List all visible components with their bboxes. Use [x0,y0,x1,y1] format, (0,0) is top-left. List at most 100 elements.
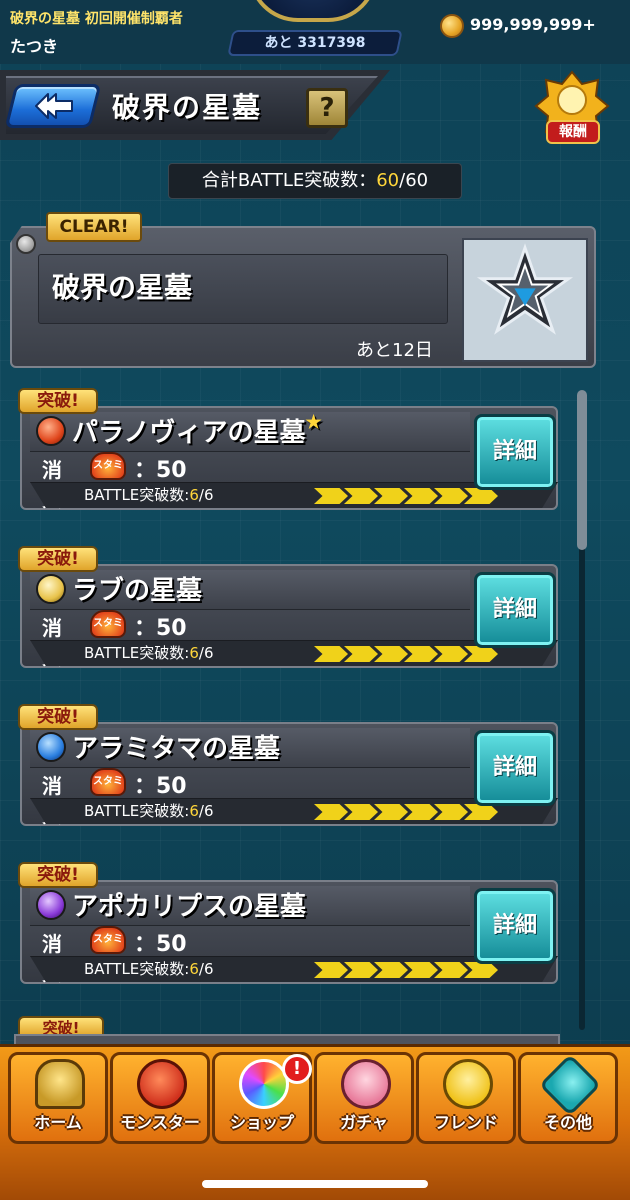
progress-chevron [434,962,468,978]
progress-chevron [344,962,378,978]
quest-name: アラミタマの星墓 [72,728,280,765]
progress-chevron [314,646,348,662]
progress-chevron [404,488,438,504]
battle-progress-chevrons [314,804,498,820]
fire-element-icon [36,416,66,446]
progress-chevron [374,646,408,662]
quest-card-partial[interactable] [14,1034,560,1044]
progress-chevron [464,646,498,662]
light-element-icon [36,574,66,604]
reward-label[interactable]: 報酬 [546,120,600,144]
battle-count-text: BATTLE突破数: [84,644,190,662]
progress-chevron [314,488,348,504]
page-title: 破界の星墓 [112,91,263,124]
quest-name: アポカリプスの星墓 [72,886,306,923]
stamina-icon: スタミナ [90,768,126,811]
battle-progress-chevrons [314,646,498,662]
progress-chevron [404,962,438,978]
battle-progress-chevrons [314,488,498,504]
stamina-value: ：50 [134,932,187,957]
battle-count-text: BATTLE突破数: [84,486,190,504]
featured-quest-title: 破界の星墓 [52,271,193,304]
exp-remaining-text: あと 3317398 [264,35,366,51]
progress-chevron [344,488,378,504]
progress-chevron [434,646,468,662]
quest-card[interactable]: ラブの星墓 消費 スタミナ ：50 BATTLE突破数:6/6 詳細 突破! [14,546,560,676]
featured-remaining-days: あと12日 [356,340,433,361]
total-battle-current: 60 [376,170,400,191]
break-badge: 突破! [18,546,98,572]
battle-progress-chevrons [314,962,498,978]
exp-remaining-pill: あと 3317398 [227,30,403,56]
stamina-value: ：50 [134,774,187,799]
event-title: 破界の星墓 初回開催制覇者 [10,11,183,27]
quest-name-text: パラノヴィアの星墓 [72,418,306,448]
card-bolt-icon [16,234,36,254]
quest-name-text: アラミタマの星墓 [72,734,281,764]
star-grave-emblem-icon [462,238,588,362]
quest-name: ラブの星墓 [72,570,202,607]
quest-card[interactable]: アポカリプスの星墓 消費 スタミナ ：50 BATTLE突破数:6/6 詳細 突… [14,862,560,992]
home-indicator[interactable] [202,1180,428,1188]
total-battle-counter: 合計BATTLE突破数：60/60 [168,163,462,199]
water-element-icon [36,732,66,762]
stamina-icon: スタミナ [90,610,126,653]
battle-count-text: BATTLE突破数: [84,802,190,820]
progress-chevron [434,488,468,504]
nav-home[interactable]: ホーム [8,1052,108,1144]
nav-monster[interactable]: モンスター [110,1052,210,1144]
nav-shop-label: ショップ [229,1113,294,1132]
battle-count-max: /6 [198,802,214,820]
nav-home-label: ホーム [34,1113,82,1132]
total-battle-label: 合計BATTLE突破数： [201,170,377,191]
gacha-character-icon [341,1059,391,1109]
battle-count-text: BATTLE突破数: [84,960,190,978]
nav-other[interactable]: その他 [518,1052,618,1144]
stamina-icon: スタミナ [90,926,126,969]
detail-button[interactable]: 詳細 [474,730,556,806]
progress-chevron [344,646,378,662]
nav-gacha-label: ガチャ [340,1113,388,1132]
nav-monster-label: モンスター [120,1113,200,1132]
back-arrow-icon [35,93,73,119]
progress-chevron [374,488,408,504]
progress-chevron [464,488,498,504]
battle-count-label: BATTLE突破数:6/6 [84,958,214,979]
break-badge: 突破! [18,704,98,730]
scrollbar-thumb[interactable] [577,390,587,550]
star-icon: ★ [305,412,322,433]
nav-gacha[interactable]: ガチャ [314,1052,414,1144]
battle-count-current: 6 [189,486,199,504]
home-gate-icon [35,1059,85,1109]
battle-count-max: /6 [198,486,214,504]
nav-friend-label: フレンド [433,1113,498,1132]
break-badge: 突破! [18,388,98,414]
progress-chevron [434,804,468,820]
quest-card[interactable]: アラミタマの星墓 消費 スタミナ ：50 BATTLE突破数:6/6 詳細 突破… [14,704,560,834]
stamina-value: ：50 [134,616,187,641]
progress-chevron [464,804,498,820]
battle-count-label: BATTLE突破数:6/6 [84,642,214,663]
progress-chevron [374,804,408,820]
quest-name-text: ラブの星墓 [72,576,203,606]
nav-friend[interactable]: フレンド [416,1052,516,1144]
detail-button[interactable]: 詳細 [474,414,556,490]
dark-element-icon [36,890,66,920]
detail-button[interactable]: 詳細 [474,888,556,964]
progress-chevron [314,804,348,820]
battle-count-max: /6 [198,644,214,662]
battle-count-max: /6 [198,960,214,978]
clear-badge: CLEAR! [46,212,142,242]
progress-chevron [374,962,408,978]
detail-button[interactable]: 詳細 [474,572,556,648]
coin-icon [440,14,464,38]
battle-count-label: BATTLE突破数:6/6 [84,800,214,821]
stamina-value: ：50 [134,458,187,483]
progress-chevron [404,804,438,820]
quest-card[interactable]: パラノヴィアの星墓★ 消費 スタミナ ：50 BATTLE突破数:6/6 詳細 … [14,388,560,518]
break-badge: 突破! [18,862,98,888]
help-button[interactable]: ? [306,88,348,128]
battle-count-current: 6 [189,644,199,662]
coin-value: 999,999,999+ [470,15,596,34]
user-name: たつき [10,37,59,56]
